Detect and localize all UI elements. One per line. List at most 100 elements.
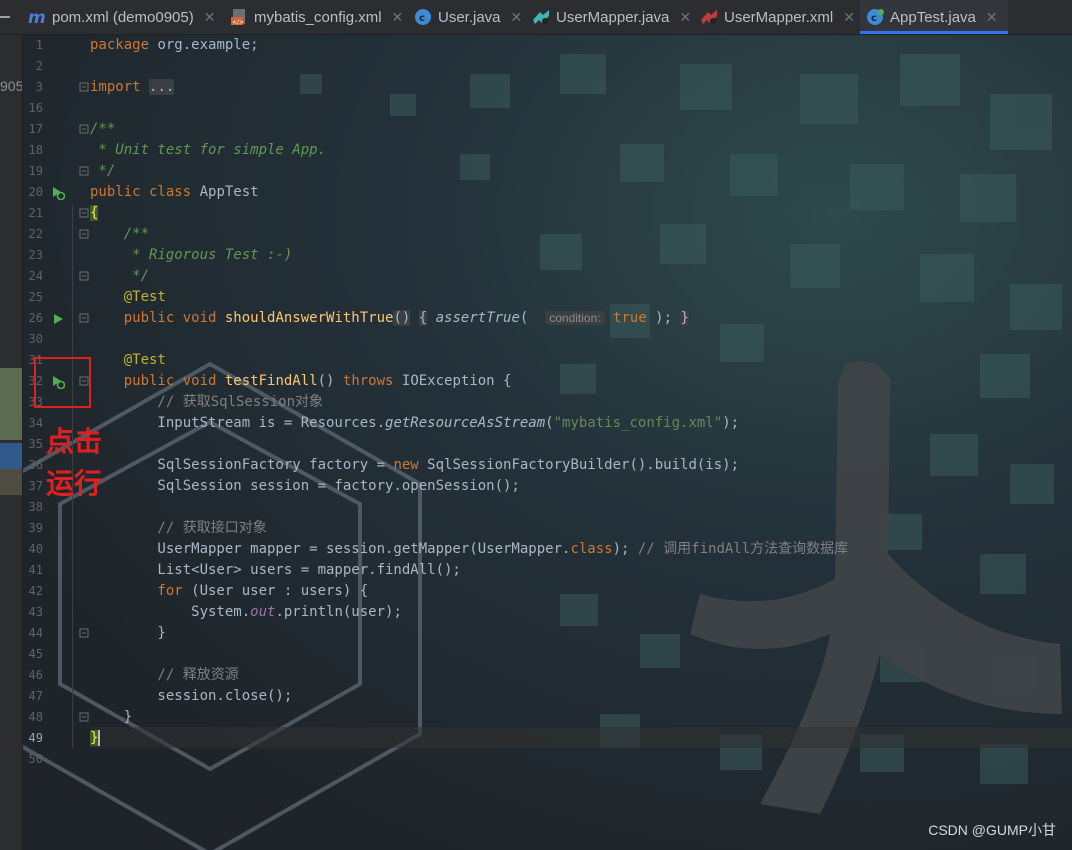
gutter-row[interactable]: 25 xyxy=(22,287,90,308)
code-line: SqlSessionFactory factory = new SqlSessi… xyxy=(90,457,740,473)
gutter-row[interactable]: 38 xyxy=(22,497,90,518)
fold-toggle-icon[interactable] xyxy=(79,628,89,638)
line-number: 45 xyxy=(28,647,43,661)
gutter-row[interactable]: 21 xyxy=(22,203,90,224)
fold-toggle-icon[interactable] xyxy=(79,82,89,92)
fold-toggle-icon[interactable] xyxy=(79,712,89,722)
gutter-row[interactable]: 42 xyxy=(22,581,90,602)
line-number: 18 xyxy=(28,143,43,157)
java-test-class-icon: c xyxy=(866,8,884,26)
maven-icon: m xyxy=(28,8,46,26)
close-icon[interactable]: ✕ xyxy=(511,9,523,26)
tab-label: UserMapper.xml xyxy=(724,8,834,26)
line-number: 1 xyxy=(35,38,43,52)
tab-label: mybatis_config.xml xyxy=(254,8,382,26)
code-line: /** xyxy=(90,226,150,242)
gutter-row[interactable]: 46 xyxy=(22,665,90,686)
line-number: 34 xyxy=(28,416,43,430)
line-number: 19 xyxy=(28,164,43,178)
tab-apptest-java[interactable]: c AppTest.java ✕ xyxy=(860,0,1008,34)
line-number: 16 xyxy=(28,101,43,115)
watermark: CSDN @GUMP小甘 xyxy=(928,822,1056,838)
gutter-row[interactable]: 49 xyxy=(22,728,90,749)
fold-toggle-icon[interactable] xyxy=(79,166,89,176)
tab-label: pom.xml (demo0905) xyxy=(52,8,194,26)
code-line: SqlSession session = factory.openSession… xyxy=(90,478,520,494)
line-number: 30 xyxy=(28,332,43,346)
code-line: public void shouldAnswerWithTrue() { ass… xyxy=(90,310,689,326)
gutter-row[interactable]: 19 xyxy=(22,161,90,182)
gutter-row[interactable]: 40 xyxy=(22,539,90,560)
tab-user-java[interactable]: c User.java ✕ xyxy=(414,0,522,34)
gutter-row[interactable]: 26 xyxy=(22,308,90,329)
gutter-row[interactable]: 41 xyxy=(22,560,90,581)
code-line: } xyxy=(90,728,101,749)
gutter-row[interactable]: 44 xyxy=(22,623,90,644)
gutter-row[interactable]: 1 xyxy=(22,35,90,56)
gutter-row[interactable]: 18 xyxy=(22,140,90,161)
close-icon[interactable]: ✕ xyxy=(204,9,216,26)
line-number: 20 xyxy=(28,185,43,199)
fold-toggle-icon[interactable] xyxy=(79,229,89,239)
code-line: // 获取接口对象 xyxy=(90,520,267,536)
code-line: for (User user : users) { xyxy=(90,583,369,599)
tab-label: UserMapper.java xyxy=(556,8,670,26)
annotation-text: 运行 xyxy=(46,467,103,500)
gutter-row[interactable]: 39 xyxy=(22,518,90,539)
gutter-row[interactable]: 22 xyxy=(22,224,90,245)
fold-toggle-icon[interactable] xyxy=(79,271,89,281)
gutter-row[interactable]: 43 xyxy=(22,602,90,623)
line-number: 17 xyxy=(28,122,43,136)
close-icon[interactable]: ✕ xyxy=(679,9,691,26)
gutter-row[interactable]: 17 xyxy=(22,119,90,140)
code-line: import ... xyxy=(90,79,175,95)
code-line: List<User> users = mapper.findAll(); xyxy=(90,562,461,578)
code-editor[interactable]: package org.example; import ... /** * Un… xyxy=(90,35,1072,850)
gutter-row[interactable]: 30 xyxy=(22,329,90,350)
line-number: 21 xyxy=(28,206,43,220)
mapper-interface-icon xyxy=(532,8,550,26)
code-line: public class AppTest xyxy=(90,184,259,200)
close-icon[interactable]: ✕ xyxy=(392,9,404,26)
parameter-hint: condition: xyxy=(545,311,605,325)
folded-imports[interactable]: ... xyxy=(149,79,175,95)
java-class-icon: c xyxy=(414,8,432,26)
gutter-row[interactable]: 16 xyxy=(22,98,90,119)
fold-toggle-icon[interactable] xyxy=(79,313,89,323)
line-number: 40 xyxy=(28,542,43,556)
code-line: * Rigorous Test :-) xyxy=(90,247,293,263)
gutter-row[interactable]: 47 xyxy=(22,686,90,707)
tab-mybatis-config-xml[interactable]: </> mybatis_config.xml ✕ xyxy=(230,0,403,34)
project-name-fragment: 905 xyxy=(0,78,23,94)
line-number: 24 xyxy=(28,269,43,283)
gutter-row[interactable]: 48 xyxy=(22,707,90,728)
fold-toggle-icon[interactable] xyxy=(79,124,89,134)
gutter-row[interactable]: 3 xyxy=(22,77,90,98)
gutter-row[interactable]: 50 xyxy=(22,749,90,770)
code-line: @Test xyxy=(90,352,166,368)
code-line: * Unit test for simple App. xyxy=(90,142,327,158)
run-test-class-icon[interactable] xyxy=(51,186,65,200)
gutter-row[interactable]: 20 xyxy=(22,182,90,203)
code-line: } xyxy=(90,625,166,641)
project-panel-edge[interactable]: 905 xyxy=(0,35,23,850)
gutter-row[interactable]: 24 xyxy=(22,266,90,287)
tab-pom-xml[interactable]: m pom.xml (demo0905) ✕ xyxy=(28,0,215,34)
mapper-xml-icon xyxy=(700,8,718,26)
gutter-row[interactable]: 45 xyxy=(22,644,90,665)
line-number: 42 xyxy=(28,584,43,598)
code-line: { xyxy=(90,203,99,224)
run-test-icon[interactable] xyxy=(51,312,65,326)
line-number: 23 xyxy=(28,248,43,262)
code-line: session.close(); xyxy=(90,688,293,704)
close-icon[interactable]: ✕ xyxy=(986,9,998,26)
close-icon[interactable]: ✕ xyxy=(843,9,855,26)
editor-tab-bar: m pom.xml (demo0905) ✕ </> mybatis_confi… xyxy=(0,0,1072,35)
fold-toggle-icon[interactable] xyxy=(79,208,89,218)
gutter-row[interactable]: 23 xyxy=(22,245,90,266)
gutter-row[interactable]: 2 xyxy=(22,56,90,77)
line-number: 3 xyxy=(35,80,43,94)
tab-label: User.java xyxy=(438,8,501,26)
tab-usermapper-xml[interactable]: UserMapper.xml ✕ xyxy=(700,0,855,34)
tab-usermapper-java[interactable]: UserMapper.java ✕ xyxy=(532,0,691,34)
